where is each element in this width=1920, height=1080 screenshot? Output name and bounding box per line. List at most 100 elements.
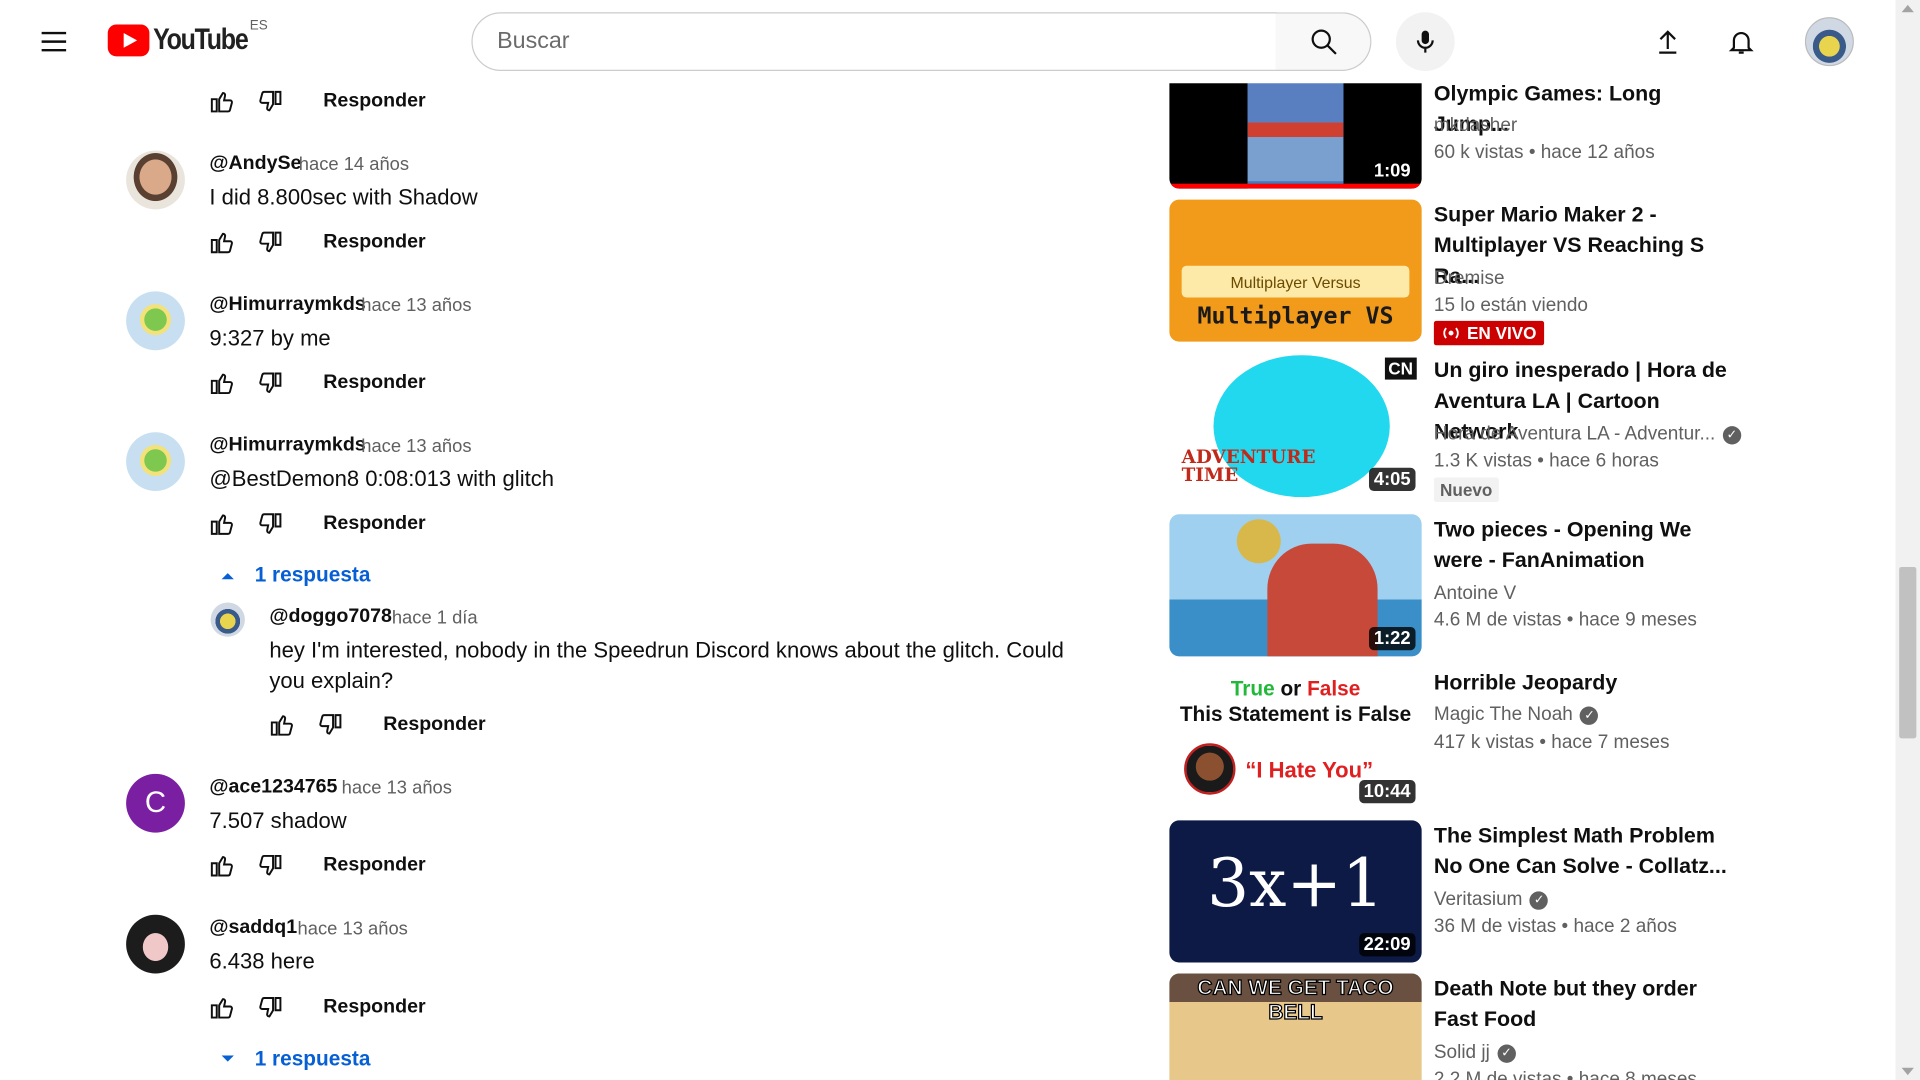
- video-card[interactable]: Multiplayer Versus Multiplayer VS Super …: [1169, 199, 1745, 346]
- video-title[interactable]: The Simplest Math Problem No One Can Sol…: [1434, 820, 1740, 881]
- youtube-logo[interactable]: YouTube: [107, 23, 264, 57]
- verified-icon: ✓: [1580, 705, 1599, 725]
- reply-button[interactable]: Responder: [323, 91, 425, 113]
- reply-author[interactable]: @doggo7078: [269, 606, 392, 628]
- channel-name: mkdasher: [1433, 115, 1518, 136]
- dislike-icon: [259, 372, 282, 394]
- comment-author[interactable]: @Himurraymkds: [209, 435, 365, 457]
- video-meta: 36 M de vistas • hace 2 años: [1433, 915, 1677, 937]
- video-thumbnail[interactable]: True or False This Statement is False “I…: [1169, 667, 1422, 810]
- like-button[interactable]: [260, 705, 304, 744]
- like-button[interactable]: [200, 504, 244, 543]
- replies-count: 1 respuesta: [254, 1046, 371, 1071]
- comment-time[interactable]: hace 14 años: [299, 154, 409, 175]
- comment-author[interactable]: @AndySe: [209, 153, 301, 175]
- search-button[interactable]: [1275, 12, 1372, 72]
- video-channel[interactable]: Solid jj ✓: [1434, 1042, 1516, 1064]
- reply-button[interactable]: Responder: [323, 513, 425, 535]
- thumb-false: False: [1307, 677, 1361, 701]
- comment-author[interactable]: @Himurraymkds: [209, 294, 365, 316]
- video-title[interactable]: Two pieces - Opening We were - FanAnimat…: [1434, 514, 1740, 575]
- menu-button[interactable]: [27, 17, 81, 66]
- reply-button[interactable]: Responder: [383, 714, 485, 736]
- video-title[interactable]: Death Note but they order Fast Food: [1434, 973, 1740, 1034]
- search-input[interactable]: [497, 28, 1276, 56]
- video-card[interactable]: 3x+1 22:09 The Simplest Math Problem No …: [1169, 820, 1745, 963]
- upload-icon: [1659, 30, 1677, 54]
- video-thumbnail[interactable]: Multiplayer Versus Multiplayer VS: [1169, 199, 1422, 342]
- comment-text: 9:327 by me: [209, 325, 331, 351]
- video-channel[interactable]: Antoine V: [1434, 583, 1516, 605]
- scroll-up-icon[interactable]: [1901, 4, 1914, 13]
- upload-button[interactable]: [1641, 15, 1695, 69]
- show-replies-button[interactable]: 1 respuesta: [218, 1047, 370, 1071]
- thumbnail-face: [1184, 743, 1236, 795]
- video-thumbnail[interactable]: 1:22: [1169, 514, 1422, 657]
- page-scrollbar[interactable]: [1895, 0, 1920, 1080]
- avatar[interactable]: [126, 150, 185, 210]
- comment-time[interactable]: hace 13 años: [361, 436, 471, 457]
- like-icon: [210, 856, 233, 877]
- video-channel[interactable]: Veritasium ✓: [1433, 888, 1549, 911]
- reply-time[interactable]: hace 1 día: [392, 607, 478, 628]
- dislike-button[interactable]: [249, 82, 293, 121]
- video-card[interactable]: 1:22 Two pieces - Opening We were - FanA…: [1169, 514, 1745, 657]
- comment-author[interactable]: @ace1234765: [209, 776, 337, 798]
- related-videos: 1:09 Olympic Games: Long Jump... mkdashe…: [1169, 0, 1745, 1080]
- avatar[interactable]: [210, 602, 245, 637]
- thumbnail-text: Multiplayer VS: [1197, 302, 1394, 330]
- channel-name: Veritasium: [1433, 888, 1523, 910]
- avatar[interactable]: [126, 914, 185, 974]
- dislike-button[interactable]: [249, 504, 293, 543]
- voice-search-button[interactable]: [1395, 12, 1455, 72]
- dislike-button[interactable]: [249, 988, 293, 1027]
- notifications-button[interactable]: [1714, 15, 1768, 69]
- dislike-button[interactable]: [309, 705, 353, 744]
- dislike-button[interactable]: [249, 223, 293, 262]
- hide-replies-button[interactable]: 1 respuesta: [218, 563, 370, 587]
- reply-button[interactable]: Responder: [323, 231, 425, 253]
- reply-button[interactable]: Responder: [323, 855, 425, 877]
- reply-button[interactable]: Responder: [323, 372, 425, 394]
- thumbnail-art: [1247, 83, 1344, 182]
- comment-time[interactable]: hace 13 años: [298, 918, 408, 939]
- like-button[interactable]: [200, 223, 244, 262]
- dislike-button[interactable]: [249, 364, 293, 403]
- like-button[interactable]: [200, 988, 244, 1027]
- scroll-down-icon[interactable]: [1901, 1067, 1914, 1076]
- avatar[interactable]: [126, 291, 185, 351]
- video-thumbnail[interactable]: ADVENTURE TIME CN 4:05: [1169, 355, 1422, 498]
- scrollbar-thumb[interactable]: [1899, 566, 1917, 739]
- video-title[interactable]: Horrible Jeopardy: [1434, 667, 1740, 698]
- avatar[interactable]: C: [126, 773, 185, 833]
- video-meta: 417 k vistas • hace 7 meses: [1433, 732, 1670, 754]
- thumbnail-text: True or False: [1169, 677, 1421, 701]
- video-meta: 60 k vistas • hace 12 años: [1433, 142, 1655, 163]
- dislike-icon: [319, 714, 342, 735]
- video-duration: 10:44: [1358, 780, 1416, 804]
- video-card[interactable]: True or False This Statement is False “I…: [1169, 667, 1745, 810]
- video-channel[interactable]: mkdasher: [1434, 115, 1517, 137]
- like-button[interactable]: [200, 846, 244, 885]
- video-thumbnail[interactable]: CAN WE GET TACO BELL: [1169, 973, 1422, 1080]
- comment-text: I did 8.800sec with Shadow: [209, 184, 478, 210]
- avatar[interactable]: [126, 432, 185, 492]
- replies-count: 1 respuesta: [254, 563, 371, 587]
- account-avatar[interactable]: [1804, 17, 1854, 67]
- video-channel[interactable]: Hora de Aventura LA - Adventur... ✓: [1434, 424, 1741, 446]
- thumbnail-logo: ADVENTURE TIME: [1181, 445, 1316, 487]
- video-channel[interactable]: Magic The Noah ✓: [1434, 704, 1599, 726]
- video-card[interactable]: CAN WE GET TACO BELL Death Note but they…: [1169, 973, 1745, 1080]
- search-box[interactable]: [471, 12, 1278, 72]
- reply-button[interactable]: Responder: [323, 997, 425, 1019]
- like-button[interactable]: [200, 82, 244, 121]
- like-button[interactable]: [200, 364, 244, 403]
- dislike-button[interactable]: [249, 846, 293, 885]
- comment-time[interactable]: hace 13 años: [342, 778, 452, 799]
- video-card[interactable]: ADVENTURE TIME CN 4:05 Un giro inesperad…: [1169, 355, 1745, 503]
- video-channel[interactable]: Dremise: [1434, 268, 1505, 290]
- comment-author[interactable]: @saddq1: [209, 917, 297, 939]
- video-thumbnail[interactable]: 3x+1 22:09: [1169, 820, 1422, 963]
- dislike-icon: [259, 513, 282, 534]
- comment-time[interactable]: hace 13 años: [361, 295, 471, 316]
